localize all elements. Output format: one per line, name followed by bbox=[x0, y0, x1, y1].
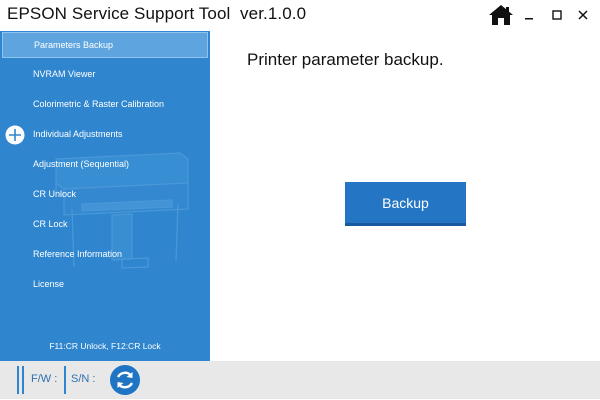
sidebar-item-cr-lock[interactable]: CR Lock bbox=[2, 212, 208, 238]
minimize-icon[interactable] bbox=[517, 3, 541, 27]
shortcut-hint: F11:CR Unlock, F12:CR Lock bbox=[49, 341, 161, 351]
title-bar: EPSON Service Support Tool ver.1.0.0 bbox=[0, 0, 600, 30]
refresh-button[interactable] bbox=[110, 365, 140, 395]
close-icon[interactable] bbox=[571, 3, 595, 27]
backup-button[interactable]: Backup bbox=[345, 182, 466, 226]
sidebar-item-label: License bbox=[33, 279, 65, 289]
status-divider bbox=[22, 366, 24, 394]
home-icon[interactable] bbox=[488, 4, 514, 26]
sidebar-item-label: Colorimetric & Raster Calibration bbox=[33, 99, 165, 109]
sidebar-item-label: Adjustment (Sequential) bbox=[33, 159, 130, 169]
maximize-icon[interactable] bbox=[545, 3, 569, 27]
sidebar-item-cr-unlock[interactable]: CR Unlock bbox=[2, 182, 208, 208]
sidebar-item-label: Parameters Backup bbox=[34, 40, 114, 50]
sidebar-item-colorimetric-raster-calibration[interactable]: Colorimetric & Raster Calibration bbox=[2, 92, 208, 118]
status-divider bbox=[17, 366, 19, 394]
page-title: Printer parameter backup. bbox=[247, 50, 444, 69]
status-divider bbox=[64, 366, 66, 394]
app-title: EPSON Service Support Tool ver.1.0.0 bbox=[7, 4, 307, 23]
sidebar-item-label: CR Unlock bbox=[33, 189, 77, 199]
sidebar-item-nvram-viewer[interactable]: NVRAM Viewer bbox=[2, 62, 208, 88]
sidebar: Parameters Backup NVRAM Viewer Colorimet… bbox=[0, 31, 210, 361]
refresh-icon bbox=[116, 371, 134, 389]
sidebar-item-adjustment-sequential[interactable]: Adjustment (Sequential) bbox=[2, 152, 208, 178]
sidebar-item-label: CR Lock bbox=[33, 219, 68, 229]
serial-number-label: S/N : bbox=[71, 373, 96, 385]
sidebar-item-reference-information[interactable]: Reference Information bbox=[2, 242, 208, 268]
status-bar: F/W : S/N : bbox=[0, 361, 600, 399]
sidebar-item-license[interactable]: License bbox=[2, 272, 208, 298]
sidebar-item-label: NVRAM Viewer bbox=[33, 69, 96, 79]
sidebar-item-parameters-backup[interactable]: Parameters Backup bbox=[2, 32, 208, 58]
sidebar-item-individual-adjustments[interactable]: Individual Adjustments bbox=[2, 122, 208, 148]
sidebar-item-label: Individual Adjustments bbox=[33, 129, 123, 139]
firmware-label: F/W : bbox=[31, 373, 58, 385]
sidebar-item-label: Reference Information bbox=[33, 249, 123, 259]
